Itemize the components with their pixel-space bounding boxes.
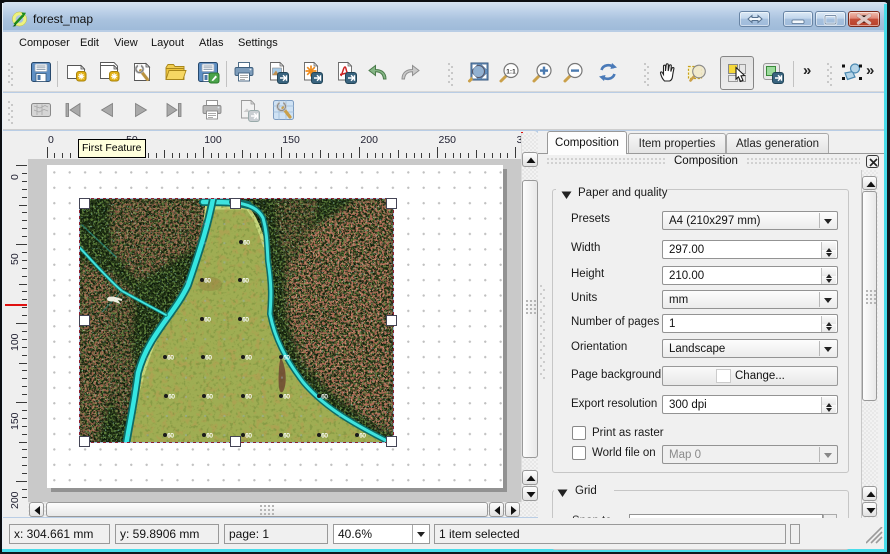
svg-text:60: 60 <box>245 433 252 439</box>
svg-text:60: 60 <box>245 394 252 400</box>
svg-text:60: 60 <box>206 394 213 400</box>
svg-text:60: 60 <box>204 278 211 284</box>
svg-text:60: 60 <box>283 394 290 400</box>
svg-text:60: 60 <box>283 355 290 361</box>
svg-text:1:1: 1:1 <box>506 69 516 76</box>
svg-text:60: 60 <box>167 433 174 439</box>
svg-text:60: 60 <box>321 394 328 400</box>
svg-text:60: 60 <box>204 317 211 323</box>
svg-text:60: 60 <box>167 355 174 361</box>
svg-text:60: 60 <box>242 278 249 284</box>
svg-text:60: 60 <box>359 433 366 439</box>
svg-text:60: 60 <box>243 240 250 246</box>
svg-text:60: 60 <box>245 355 252 361</box>
svg-text:60: 60 <box>321 433 328 439</box>
svg-text:60: 60 <box>283 433 290 439</box>
svg-text:60: 60 <box>242 317 249 323</box>
svg-text:60: 60 <box>206 433 213 439</box>
svg-text:60: 60 <box>168 394 175 400</box>
svg-text:60: 60 <box>205 355 212 361</box>
